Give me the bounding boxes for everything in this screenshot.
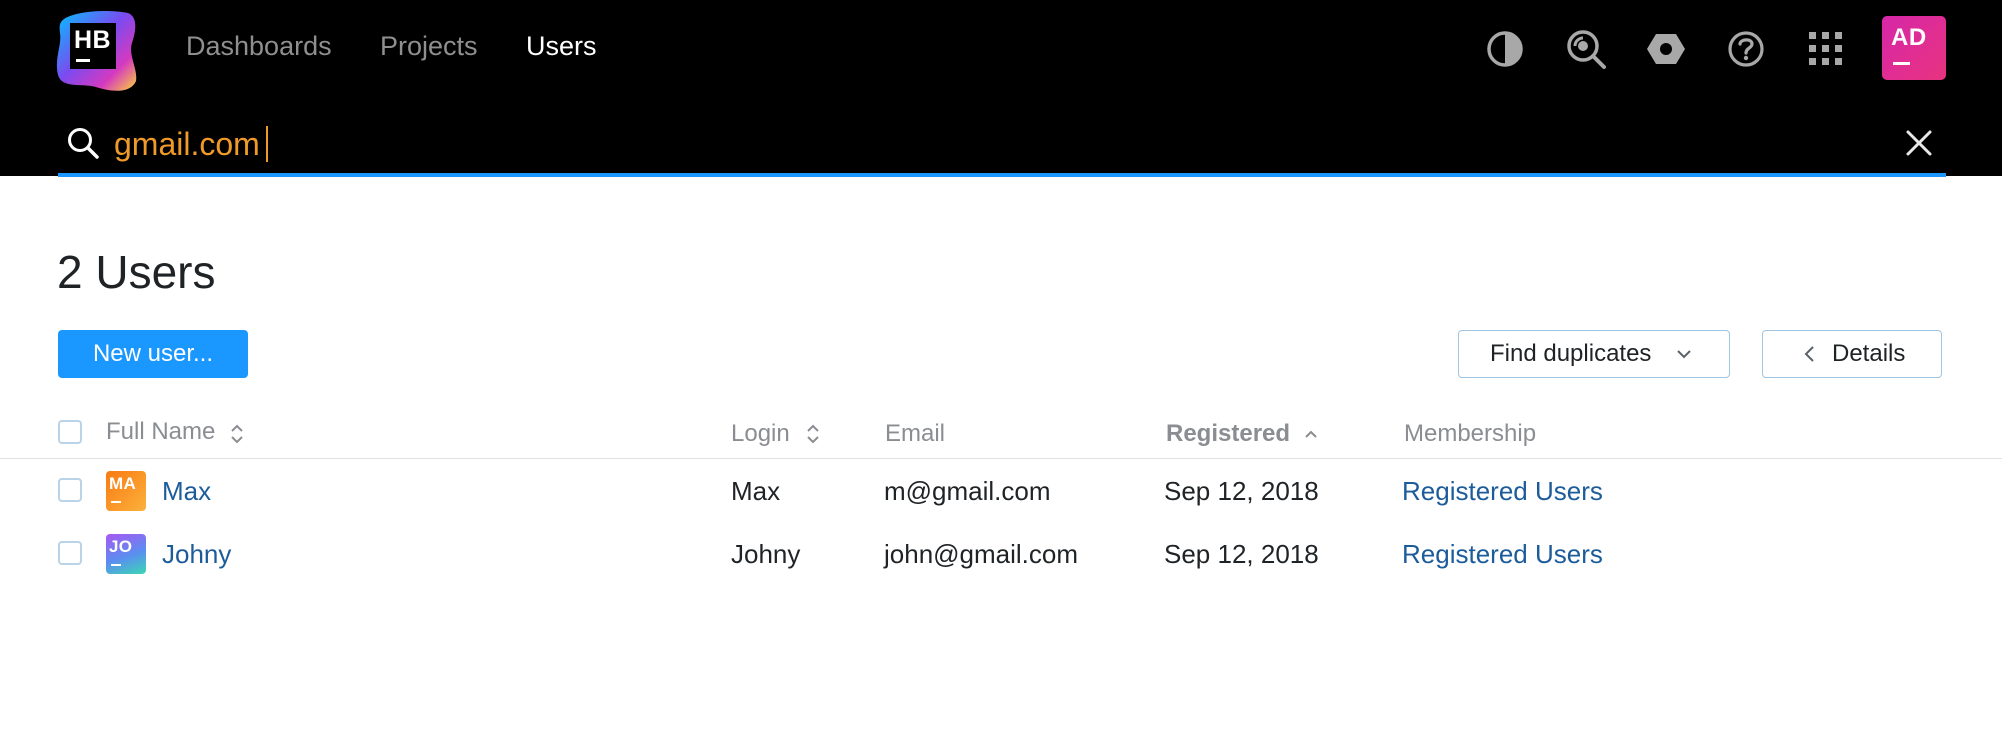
user-email: m@gmail.com <box>884 476 1051 506</box>
logo-text: HB <box>74 26 112 54</box>
avatar-bar <box>111 501 121 503</box>
nav-dashboards[interactable]: Dashboards <box>186 28 332 64</box>
chevron-down-icon <box>1677 350 1691 359</box>
row-checkbox[interactable] <box>58 541 82 565</box>
col-header-email[interactable]: Email <box>885 418 945 450</box>
user-email: john@gmail.com <box>884 539 1079 569</box>
table-header-divider <box>0 458 2002 459</box>
current-user-avatar[interactable]: AD <box>1882 16 1946 80</box>
user-membership-link[interactable]: Registered Users <box>1402 474 1603 508</box>
col-header-login[interactable]: Login <box>731 418 790 450</box>
sort-icon[interactable] <box>804 422 822 446</box>
sort-ascending-icon[interactable] <box>1302 422 1320 446</box>
col-header-membership: Membership <box>1404 420 1537 447</box>
clear-search-icon[interactable] <box>1904 128 1934 158</box>
user-login: Max <box>731 476 781 506</box>
user-avatar: MA <box>106 471 146 511</box>
details-label: Details <box>1832 340 1906 367</box>
nav-users[interactable]: Users <box>526 28 597 64</box>
details-button[interactable]: Details <box>1762 330 1942 378</box>
search-focus-underline <box>58 173 1946 177</box>
user-full-name-link[interactable]: Johny <box>162 537 231 571</box>
avatar-initials: MA <box>109 474 137 493</box>
user-avatar: JO <box>106 534 146 574</box>
user-full-name-link[interactable]: Max <box>162 474 211 508</box>
user-registered-date: Sep 12, 2018 <box>1164 539 1319 569</box>
find-duplicates-button[interactable]: Find duplicates <box>1458 330 1730 378</box>
global-search-icon[interactable] <box>1564 27 1608 71</box>
settings-icon[interactable] <box>1644 27 1688 71</box>
col-header-full-name[interactable]: Full Name <box>106 416 215 448</box>
select-all-checkbox[interactable] <box>58 420 82 444</box>
avatar-initials: AD <box>1891 24 1927 51</box>
apps-grid-icon[interactable] <box>1804 27 1848 71</box>
avatar-initials: JO <box>109 537 133 556</box>
text-caret <box>266 126 268 162</box>
col-header-registered[interactable]: Registered <box>1166 418 1290 450</box>
user-registered-date: Sep 12, 2018 <box>1164 476 1319 506</box>
nav-projects[interactable]: Projects <box>380 28 478 64</box>
find-duplicates-label: Find duplicates <box>1490 340 1652 367</box>
new-user-button[interactable]: New user... <box>58 330 248 378</box>
user-search-input[interactable] <box>114 122 1874 166</box>
avatar-bar <box>111 564 121 566</box>
top-header: HB Dashboards Projects Users AD <box>0 0 2002 177</box>
sort-icon[interactable] <box>228 422 246 446</box>
help-icon[interactable] <box>1724 27 1768 71</box>
page-title: 2 Users <box>57 246 216 298</box>
theme-contrast-icon[interactable] <box>1483 27 1527 71</box>
user-login: Johny <box>731 539 801 569</box>
user-membership-link[interactable]: Registered Users <box>1402 537 1603 571</box>
hub-logo[interactable]: HB <box>56 9 140 93</box>
row-checkbox[interactable] <box>58 478 82 502</box>
chevron-left-icon <box>1804 346 1814 362</box>
avatar-bar <box>1893 62 1910 65</box>
search-icon <box>66 126 100 160</box>
